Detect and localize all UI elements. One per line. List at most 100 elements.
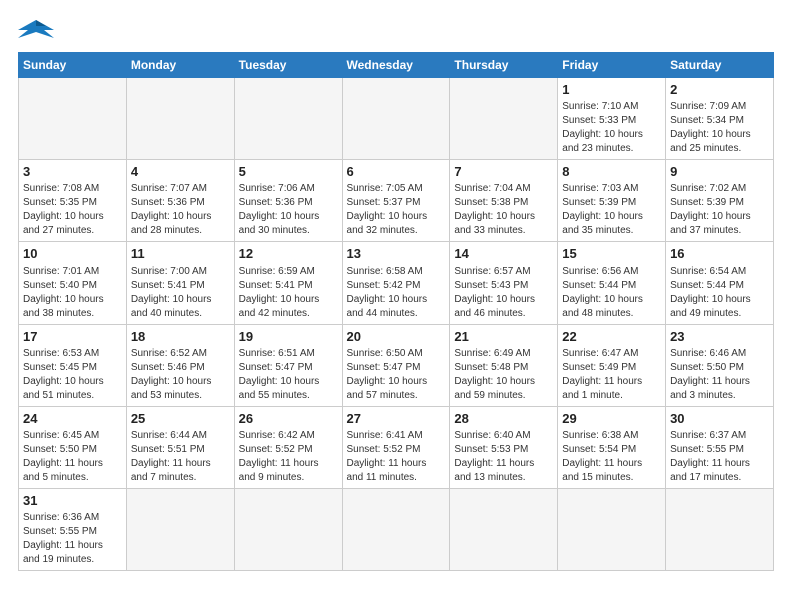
- calendar-week-row: 1Sunrise: 7:10 AMSunset: 5:33 PMDaylight…: [19, 78, 774, 160]
- day-number: 1: [562, 81, 661, 99]
- day-number: 30: [670, 410, 769, 428]
- calendar-day-cell: 8Sunrise: 7:03 AMSunset: 5:39 PMDaylight…: [558, 160, 666, 242]
- day-info: Sunset: 5:45 PM: [23, 361, 122, 375]
- day-info: Sunrise: 7:04 AM: [454, 182, 553, 196]
- day-info: Sunrise: 6:40 AM: [454, 429, 553, 443]
- calendar-day-cell: 20Sunrise: 6:50 AMSunset: 5:47 PMDayligh…: [342, 324, 450, 406]
- day-info: Sunrise: 7:01 AM: [23, 265, 122, 279]
- calendar-day-cell: 22Sunrise: 6:47 AMSunset: 5:49 PMDayligh…: [558, 324, 666, 406]
- day-info: Sunrise: 6:53 AM: [23, 347, 122, 361]
- day-info: Sunrise: 6:59 AM: [239, 265, 338, 279]
- day-info: Daylight: 10 hours and 40 minutes.: [131, 293, 230, 321]
- day-info: Daylight: 11 hours and 5 minutes.: [23, 457, 122, 485]
- day-info: Sunrise: 6:37 AM: [670, 429, 769, 443]
- day-info: Daylight: 10 hours and 49 minutes.: [670, 293, 769, 321]
- day-info: Daylight: 10 hours and 28 minutes.: [131, 210, 230, 238]
- day-info: Sunset: 5:47 PM: [347, 361, 446, 375]
- day-number: 23: [670, 328, 769, 346]
- day-info: Daylight: 10 hours and 37 minutes.: [670, 210, 769, 238]
- calendar-day-cell: 28Sunrise: 6:40 AMSunset: 5:53 PMDayligh…: [450, 406, 558, 488]
- day-info: Sunset: 5:36 PM: [131, 196, 230, 210]
- calendar-day-cell: 21Sunrise: 6:49 AMSunset: 5:48 PMDayligh…: [450, 324, 558, 406]
- day-number: 12: [239, 245, 338, 263]
- day-number: 21: [454, 328, 553, 346]
- day-number: 2: [670, 81, 769, 99]
- calendar-day-cell: [558, 488, 666, 570]
- day-info: Daylight: 10 hours and 27 minutes.: [23, 210, 122, 238]
- day-number: 13: [347, 245, 446, 263]
- calendar-day-cell: 30Sunrise: 6:37 AMSunset: 5:55 PMDayligh…: [666, 406, 774, 488]
- day-number: 25: [131, 410, 230, 428]
- day-info: Daylight: 10 hours and 23 minutes.: [562, 128, 661, 156]
- day-number: 7: [454, 163, 553, 181]
- day-info: Sunrise: 6:54 AM: [670, 265, 769, 279]
- day-info: Daylight: 10 hours and 51 minutes.: [23, 375, 122, 403]
- day-number: 16: [670, 245, 769, 263]
- day-info: Daylight: 11 hours and 3 minutes.: [670, 375, 769, 403]
- day-number: 29: [562, 410, 661, 428]
- day-info: Sunset: 5:36 PM: [239, 196, 338, 210]
- calendar-header-row: SundayMondayTuesdayWednesdayThursdayFrid…: [19, 53, 774, 78]
- day-info: Sunset: 5:42 PM: [347, 279, 446, 293]
- day-info: Sunrise: 7:09 AM: [670, 100, 769, 114]
- calendar-table: SundayMondayTuesdayWednesdayThursdayFrid…: [18, 52, 774, 571]
- day-info: Daylight: 11 hours and 19 minutes.: [23, 539, 122, 567]
- day-number: 14: [454, 245, 553, 263]
- day-number: 24: [23, 410, 122, 428]
- day-number: 31: [23, 492, 122, 510]
- calendar-day-cell: [126, 78, 234, 160]
- day-number: 3: [23, 163, 122, 181]
- day-number: 27: [347, 410, 446, 428]
- day-info: Daylight: 10 hours and 25 minutes.: [670, 128, 769, 156]
- day-number: 18: [131, 328, 230, 346]
- calendar-day-cell: 1Sunrise: 7:10 AMSunset: 5:33 PMDaylight…: [558, 78, 666, 160]
- day-info: Daylight: 10 hours and 59 minutes.: [454, 375, 553, 403]
- calendar-day-cell: 14Sunrise: 6:57 AMSunset: 5:43 PMDayligh…: [450, 242, 558, 324]
- day-info: Daylight: 10 hours and 55 minutes.: [239, 375, 338, 403]
- day-info: Sunset: 5:34 PM: [670, 114, 769, 128]
- day-info: Sunset: 5:47 PM: [239, 361, 338, 375]
- calendar-day-cell: [450, 488, 558, 570]
- day-info: Sunrise: 6:56 AM: [562, 265, 661, 279]
- calendar-header-friday: Friday: [558, 53, 666, 78]
- day-number: 22: [562, 328, 661, 346]
- calendar-day-cell: 23Sunrise: 6:46 AMSunset: 5:50 PMDayligh…: [666, 324, 774, 406]
- day-info: Sunrise: 6:51 AM: [239, 347, 338, 361]
- day-info: Sunset: 5:52 PM: [347, 443, 446, 457]
- day-info: Sunrise: 6:36 AM: [23, 511, 122, 525]
- day-info: Daylight: 10 hours and 53 minutes.: [131, 375, 230, 403]
- calendar-day-cell: 11Sunrise: 7:00 AMSunset: 5:41 PMDayligh…: [126, 242, 234, 324]
- calendar-header-monday: Monday: [126, 53, 234, 78]
- day-info: Sunrise: 6:57 AM: [454, 265, 553, 279]
- day-info: Sunset: 5:39 PM: [562, 196, 661, 210]
- day-info: Daylight: 10 hours and 42 minutes.: [239, 293, 338, 321]
- calendar-day-cell: 18Sunrise: 6:52 AMSunset: 5:46 PMDayligh…: [126, 324, 234, 406]
- calendar-day-cell: 3Sunrise: 7:08 AMSunset: 5:35 PMDaylight…: [19, 160, 127, 242]
- day-number: 19: [239, 328, 338, 346]
- day-info: Sunset: 5:50 PM: [23, 443, 122, 457]
- calendar-week-row: 10Sunrise: 7:01 AMSunset: 5:40 PMDayligh…: [19, 242, 774, 324]
- day-info: Sunset: 5:44 PM: [562, 279, 661, 293]
- calendar-day-cell: 7Sunrise: 7:04 AMSunset: 5:38 PMDaylight…: [450, 160, 558, 242]
- calendar-week-row: 31Sunrise: 6:36 AMSunset: 5:55 PMDayligh…: [19, 488, 774, 570]
- day-info: Sunset: 5:38 PM: [454, 196, 553, 210]
- day-info: Sunset: 5:53 PM: [454, 443, 553, 457]
- calendar-header-saturday: Saturday: [666, 53, 774, 78]
- day-number: 4: [131, 163, 230, 181]
- calendar-day-cell: 10Sunrise: 7:01 AMSunset: 5:40 PMDayligh…: [19, 242, 127, 324]
- day-info: Sunrise: 6:38 AM: [562, 429, 661, 443]
- day-number: 9: [670, 163, 769, 181]
- calendar-day-cell: [234, 488, 342, 570]
- logo: [18, 16, 58, 44]
- calendar-week-row: 17Sunrise: 6:53 AMSunset: 5:45 PMDayligh…: [19, 324, 774, 406]
- calendar-day-cell: 31Sunrise: 6:36 AMSunset: 5:55 PMDayligh…: [19, 488, 127, 570]
- day-info: Sunrise: 6:45 AM: [23, 429, 122, 443]
- day-info: Sunrise: 7:06 AM: [239, 182, 338, 196]
- day-info: Sunrise: 6:42 AM: [239, 429, 338, 443]
- day-info: Sunrise: 7:03 AM: [562, 182, 661, 196]
- day-info: Daylight: 11 hours and 7 minutes.: [131, 457, 230, 485]
- day-info: Sunset: 5:54 PM: [562, 443, 661, 457]
- calendar-day-cell: [666, 488, 774, 570]
- calendar-day-cell: 17Sunrise: 6:53 AMSunset: 5:45 PMDayligh…: [19, 324, 127, 406]
- calendar-day-cell: [342, 488, 450, 570]
